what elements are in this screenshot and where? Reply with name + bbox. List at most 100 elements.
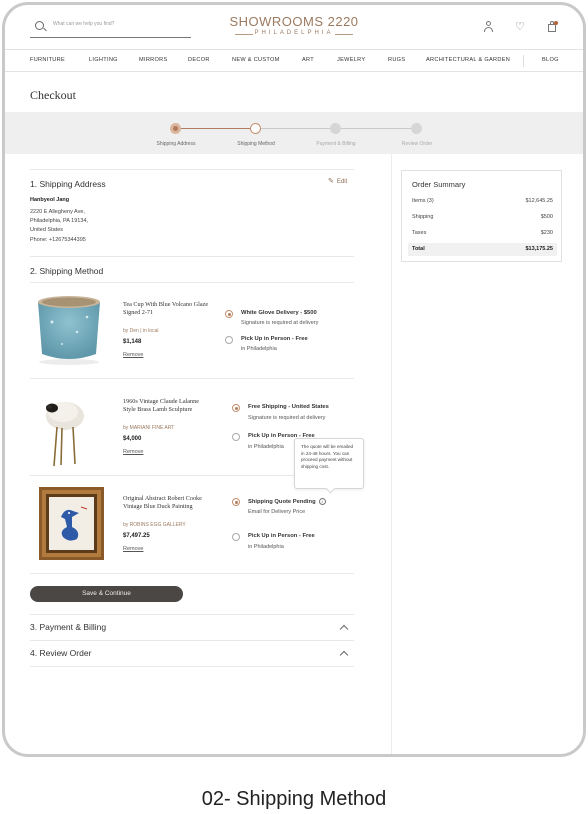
remove-link[interactable]: Remove [123, 449, 143, 455]
radio-free-shipping[interactable] [232, 404, 240, 412]
nav-item-mirrors[interactable]: MIRRORS [139, 57, 168, 63]
summary-key: Shipping [412, 214, 434, 220]
option-label[interactable]: Free Shipping - United States [248, 404, 329, 410]
summary-value: $500 [540, 214, 553, 220]
address-line2: Philadelphia, PA 19134, [30, 218, 88, 224]
summary-key: Items (3) [412, 198, 434, 204]
product-price: $7,497.25 [123, 533, 150, 539]
review-order-title[interactable]: 4. Review Order [30, 648, 91, 658]
product-image-lamb-sculpture[interactable] [40, 392, 90, 467]
nav-item-rugs[interactable]: RUGS [388, 57, 405, 63]
chevron-up-icon[interactable] [339, 650, 349, 660]
order-summary: Order Summary Items (3) $12,645.25 Shippi… [401, 170, 562, 262]
summary-value: $12,645.25 [525, 198, 553, 204]
divider [30, 169, 354, 170]
search-icon[interactable] [35, 21, 44, 30]
step-review-order [411, 123, 422, 134]
chevron-up-icon[interactable] [339, 624, 349, 634]
product-price: $4,000 [123, 436, 142, 442]
radio-pick-up[interactable] [232, 433, 240, 441]
nav-item-architectural-garden[interactable]: ARCHITECTURAL & GARDEN [426, 57, 510, 63]
summary-key: Taxes [412, 230, 427, 236]
product-image-tea-cup[interactable] [32, 292, 107, 367]
step-label-shipping-method: Shipping Method [237, 141, 275, 147]
radio-shipping-quote[interactable] [232, 498, 240, 506]
page-title: Checkout [30, 88, 76, 102]
step-label-review-order: Review Order [401, 141, 433, 147]
product-seller[interactable]: by MARIANI FINE ART [123, 425, 174, 431]
step-label-payment-billing: Payment & Billing [316, 141, 356, 147]
edit-address-link[interactable]: ✎ Edit [328, 177, 347, 185]
payment-billing-title[interactable]: 3. Payment & Billing [30, 622, 106, 632]
product-title: 1960s Vintage Claude Lalanne Style Brass… [123, 398, 199, 413]
option-sub: in Philadelphia [248, 544, 284, 550]
nav-item-jewelry[interactable]: JEWELRY [337, 57, 365, 63]
shipping-method-title: 2. Shipping Method [30, 266, 104, 276]
column-divider [391, 154, 392, 754]
divider [30, 666, 354, 667]
nav-item-lighting[interactable]: LIGHTING [89, 57, 118, 63]
product-price: $1,148 [123, 339, 142, 345]
summary-row-taxes: Taxes $230 [408, 227, 557, 240]
option-sub: Signature is required at delivery [241, 320, 319, 326]
stepper-line-2 [260, 128, 337, 129]
summary-row-items: Items (3) $12,645.25 [408, 195, 557, 208]
divider [30, 573, 354, 574]
option-sub: Email for Delivery Price [248, 509, 306, 515]
save-continue-button[interactable]: Save & Continue [30, 586, 183, 602]
nav-divider [523, 55, 524, 67]
summary-row-shipping: Shipping $500 [408, 211, 557, 224]
remove-link[interactable]: Remove [123, 352, 143, 358]
product-seller[interactable]: by ROBINS EGG GALLERY [123, 522, 186, 528]
option-label[interactable]: Pick Up in Person - Free [241, 336, 308, 342]
product-seller[interactable]: by Den | in local [123, 328, 158, 334]
info-icon[interactable]: i [318, 498, 326, 505]
address-phone: Phone: +12675344395 [30, 237, 86, 243]
radio-white-glove[interactable] [225, 310, 233, 318]
remove-link[interactable]: Remove [123, 546, 143, 552]
divider [30, 614, 354, 615]
screen-caption: 02- Shipping Method [201, 788, 387, 810]
nav-item-new-custom[interactable]: NEW & CUSTOM [232, 57, 280, 63]
step-payment-billing [330, 123, 341, 134]
product-image-duck-painting[interactable] [39, 487, 104, 560]
radio-pick-up[interactable] [232, 533, 240, 541]
summary-key: Total [412, 246, 425, 252]
option-label[interactable]: Shipping Quote Pending i [248, 498, 326, 505]
stepper-line-1 [180, 128, 257, 129]
search-input[interactable]: What can we help you find? [53, 21, 114, 27]
option-label[interactable]: Pick Up in Person - Free [248, 533, 315, 539]
option-label-text: Shipping Quote Pending [248, 499, 316, 505]
shopping-bag-icon[interactable] [547, 21, 559, 33]
search-bar[interactable]: What can we help you find? [30, 18, 191, 38]
divider [30, 378, 354, 379]
nav-item-art[interactable]: ART [302, 57, 314, 63]
nav-item-furniture[interactable]: FURNITURE [30, 57, 65, 63]
address-country: United States [30, 227, 64, 233]
option-sub: in Philadelphia [248, 444, 284, 450]
heart-icon[interactable]: ♡ [515, 21, 527, 33]
radio-pick-up[interactable] [225, 336, 233, 344]
summary-value: $230 [540, 230, 553, 236]
nav-item-blog[interactable]: BLOG [542, 57, 559, 63]
site-logo[interactable]: SHOWROOMS 2220 PHILADELPHIA [229, 14, 359, 36]
user-icon[interactable] [483, 21, 495, 33]
divider [30, 282, 354, 283]
step-shipping-method[interactable] [250, 123, 261, 134]
option-label[interactable]: White Glove Delivery - $500 [241, 310, 317, 316]
nav-item-decor[interactable]: DECOR [188, 57, 210, 63]
step-shipping-address[interactable] [170, 123, 181, 134]
logo-main-text: SHOWROOMS 2220 [229, 14, 359, 29]
logo-sub-text: PHILADELPHIA [229, 30, 359, 36]
product-title: Tea Cup With Blue Volcano Glaze Signed 2… [123, 301, 209, 316]
main-nav: FURNITURE LIGHTING MIRRORS DECOR NEW & C… [5, 50, 583, 72]
checkout-stepper: Shipping Address Shipping Method Payment… [5, 112, 583, 154]
summary-value: $13,175.25 [525, 246, 553, 252]
edit-label: Edit [336, 179, 348, 185]
shipping-quote-tooltip: The quote will be emailed in 24-48 hours… [294, 438, 364, 489]
option-sub: in Philadelphia [241, 346, 277, 352]
shipping-address-title: 1. Shipping Address [30, 179, 106, 189]
device-frame: What can we help you find? SHOWROOMS 222… [2, 2, 586, 757]
product-title: Original Abstract Robert Cooke Vintage B… [123, 495, 202, 510]
divider [30, 256, 354, 257]
